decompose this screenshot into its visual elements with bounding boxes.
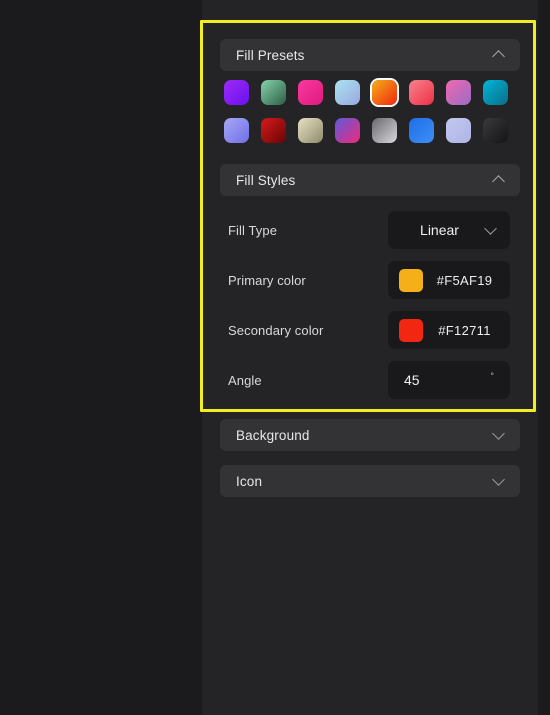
- fill-type-dropdown[interactable]: Linear: [388, 211, 510, 249]
- preset-periwinkle[interactable]: [224, 118, 249, 143]
- preset-sand-khaki[interactable]: [298, 118, 323, 143]
- preset-sky-lilac[interactable]: [335, 80, 360, 105]
- label-angle: Angle: [228, 372, 262, 388]
- preset-pink-purple[interactable]: [446, 80, 471, 105]
- row-angle: Angle 45 °: [202, 361, 538, 399]
- row-fill-type: Fill Type Linear: [202, 211, 538, 249]
- secondary-color-swatch[interactable]: [399, 318, 423, 342]
- primary-color-swatch[interactable]: [399, 268, 423, 292]
- chevron-down-icon[interactable]: [493, 477, 506, 485]
- fill-type-value: Linear: [420, 222, 459, 238]
- row-primary-color: Primary color #F5AF19: [202, 261, 538, 299]
- angle-value: 45: [404, 372, 420, 388]
- chevron-down-icon[interactable]: [485, 226, 498, 234]
- primary-color-hex: #F5AF19: [436, 272, 493, 288]
- section-title-background: Background: [236, 427, 310, 443]
- row-secondary-color: Secondary color #F12711: [202, 311, 538, 349]
- panel-right-gutter: [538, 0, 550, 715]
- chevron-up-icon[interactable]: [493, 176, 506, 184]
- preset-pink-magenta[interactable]: [298, 80, 323, 105]
- fill-presets-grid: [224, 80, 516, 143]
- label-secondary-color: Secondary color: [228, 322, 324, 338]
- label-primary-color: Primary color: [228, 272, 306, 288]
- label-fill-type: Fill Type: [228, 222, 278, 238]
- preset-green-mint[interactable]: [261, 80, 286, 105]
- section-header-fill-styles[interactable]: Fill Styles: [220, 164, 520, 196]
- chevron-up-icon[interactable]: [493, 51, 506, 59]
- primary-color-field[interactable]: #F5AF19: [388, 261, 510, 299]
- preset-cyan-teal[interactable]: [483, 80, 508, 105]
- preset-coral-red[interactable]: [409, 80, 434, 105]
- canvas-area: [0, 0, 202, 715]
- preset-grey-silver[interactable]: [372, 118, 397, 143]
- section-title-fill-styles: Fill Styles: [236, 172, 296, 188]
- section-title-icon: Icon: [236, 473, 263, 489]
- preset-pale-lavender[interactable]: [446, 118, 471, 143]
- section-header-background[interactable]: Background: [220, 419, 520, 451]
- degree-unit-icon: °: [490, 370, 494, 381]
- preset-blue-pink[interactable]: [335, 118, 360, 143]
- section-title-fill-presets: Fill Presets: [236, 47, 305, 63]
- section-header-icon[interactable]: Icon: [220, 465, 520, 497]
- secondary-color-field[interactable]: #F12711: [388, 311, 510, 349]
- preset-crimson-dark[interactable]: [261, 118, 286, 143]
- preset-charcoal[interactable]: [483, 118, 508, 143]
- preset-azure-blue[interactable]: [409, 118, 434, 143]
- angle-input[interactable]: 45 °: [388, 361, 510, 399]
- chevron-down-icon[interactable]: [493, 431, 506, 439]
- section-header-fill-presets[interactable]: Fill Presets: [220, 39, 520, 71]
- preset-orange-red[interactable]: [372, 80, 397, 105]
- preset-violet[interactable]: [224, 80, 249, 105]
- secondary-color-hex: #F12711: [438, 322, 491, 338]
